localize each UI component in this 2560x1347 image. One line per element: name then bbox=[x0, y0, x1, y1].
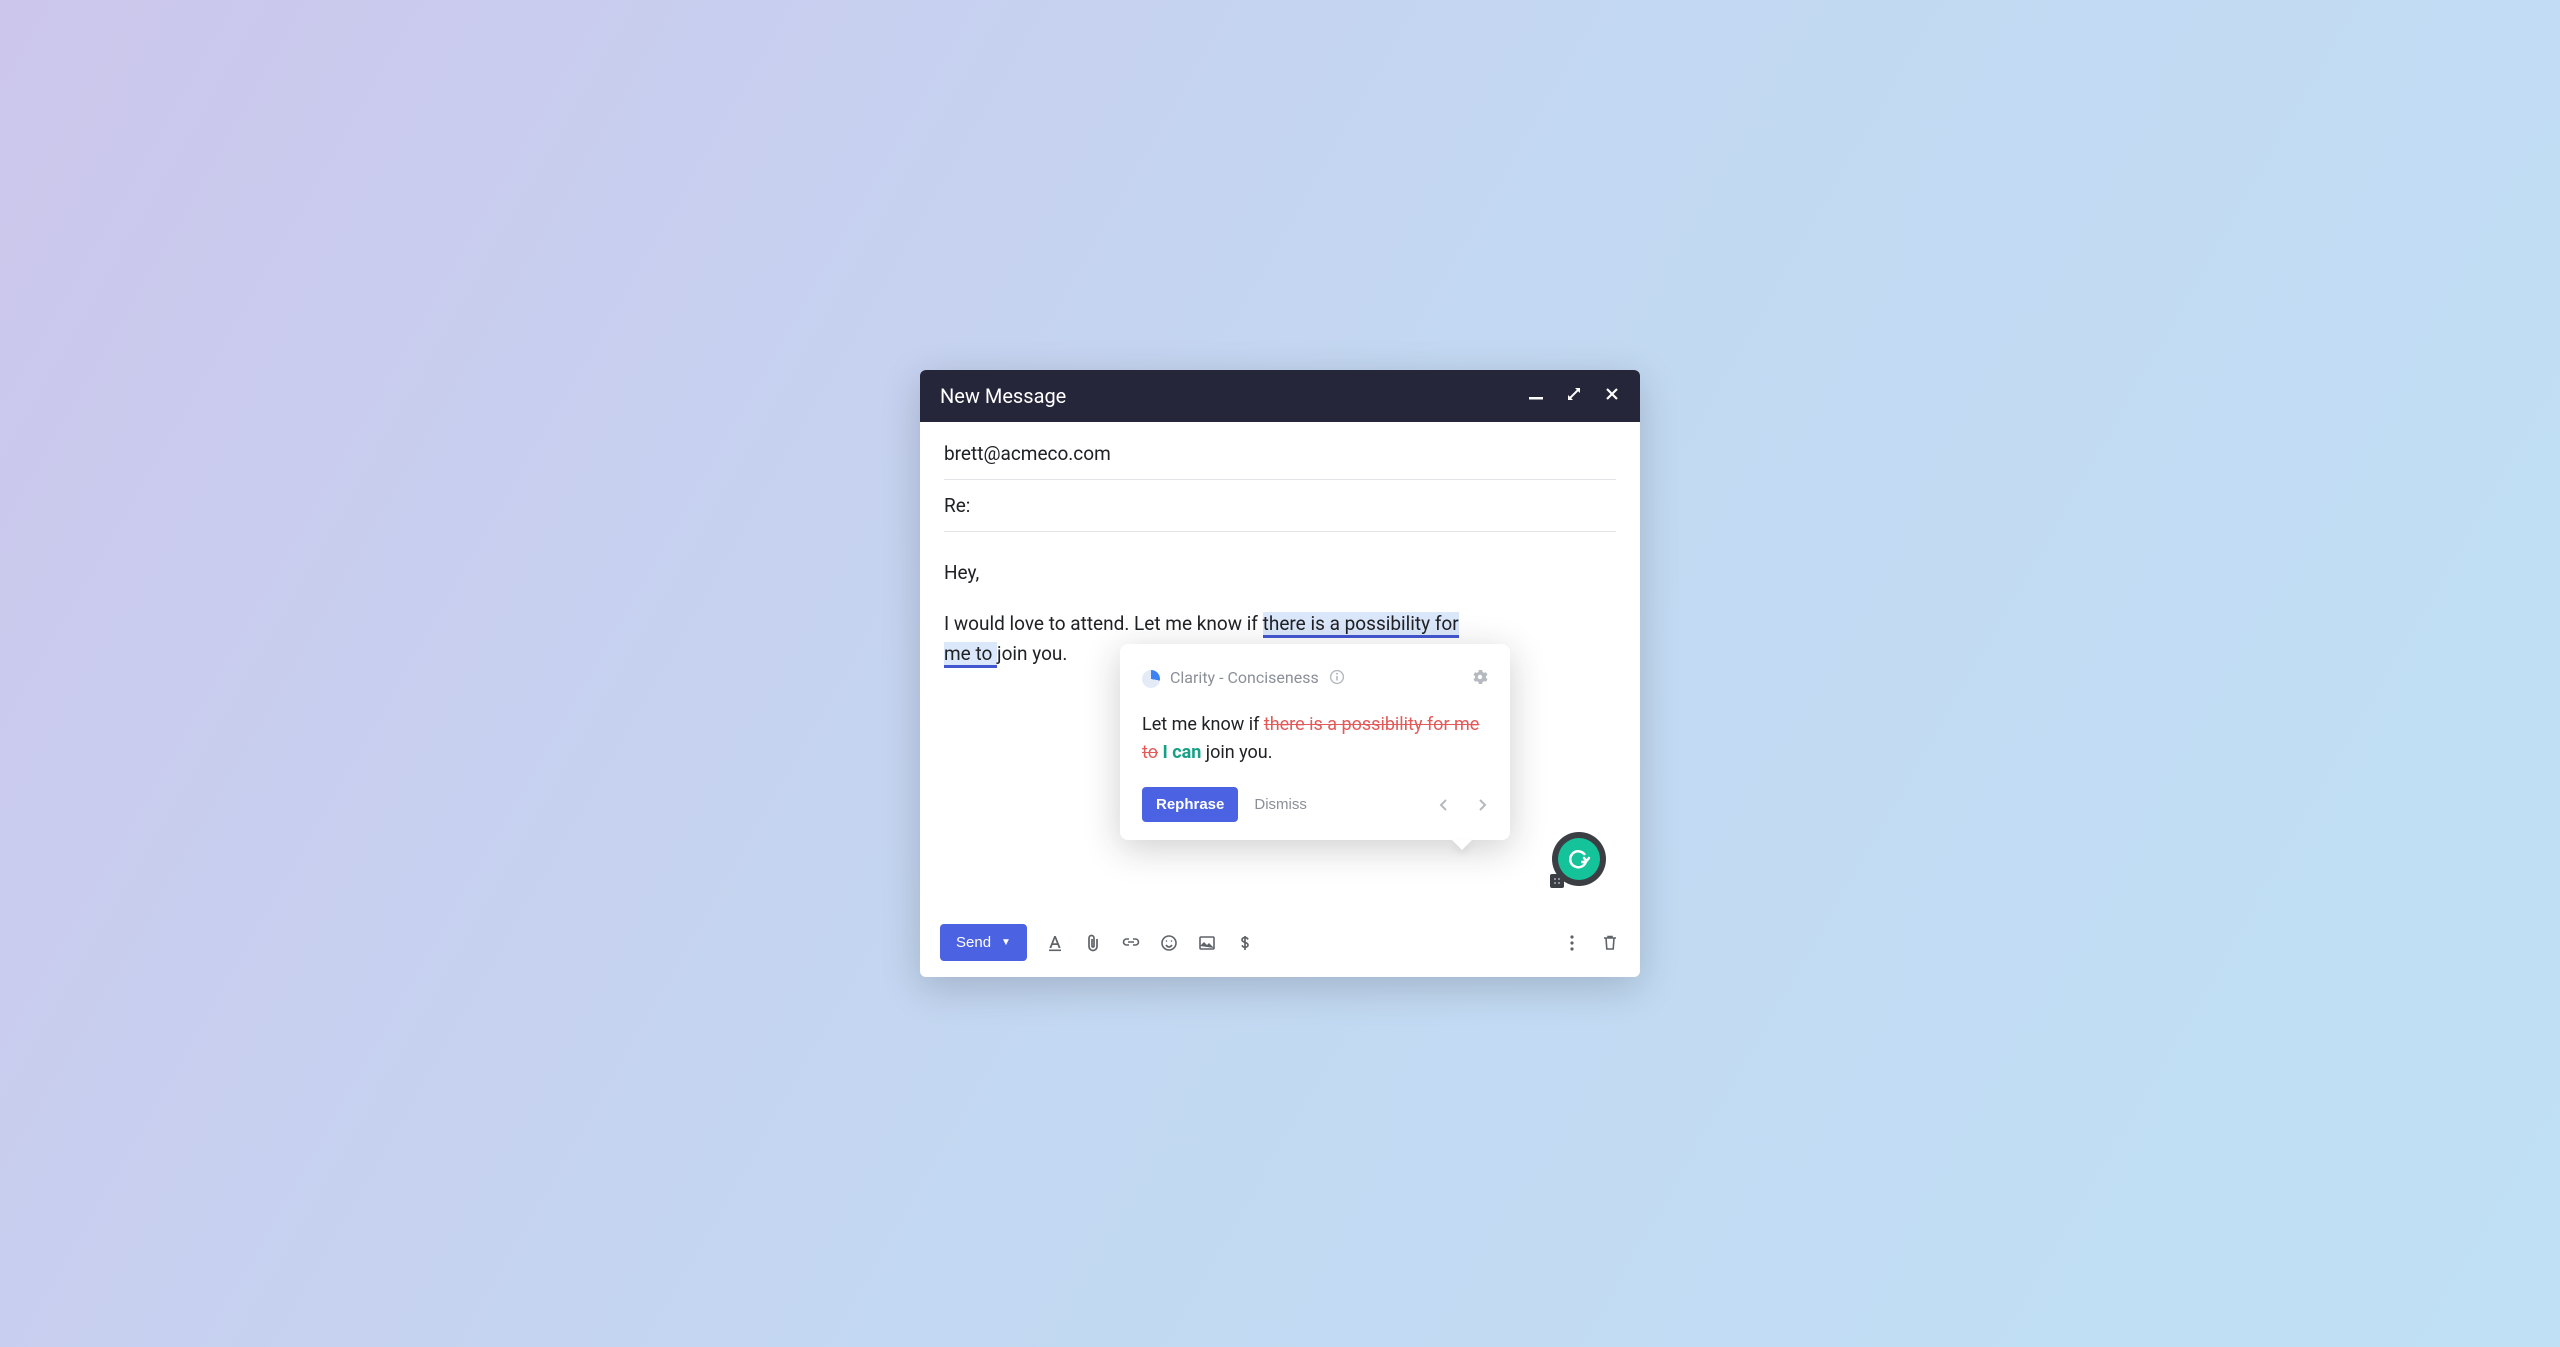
suggestion-pager bbox=[1438, 790, 1488, 819]
text-format-icon[interactable] bbox=[1045, 933, 1065, 953]
body-text-suffix: join you. bbox=[997, 642, 1067, 665]
send-button[interactable]: Send ▼ bbox=[940, 924, 1027, 961]
highlighted-phrase-2[interactable]: me to bbox=[944, 642, 997, 668]
suggestion-card: Clarity - Conciseness Let me know if the… bbox=[1120, 644, 1510, 840]
paperclip-icon[interactable] bbox=[1083, 933, 1103, 953]
suggestion-body: Let me know if there is a possibility fo… bbox=[1142, 711, 1488, 767]
compose-window: New Message brett@acmeco.com Re: Hey, I … bbox=[920, 370, 1640, 977]
window-title: New Message bbox=[940, 384, 1066, 408]
message-body[interactable]: Hey, I would love to attend. Let me know… bbox=[920, 532, 1640, 912]
caret-down-icon: ▼ bbox=[1001, 937, 1011, 948]
info-icon[interactable] bbox=[1329, 664, 1345, 693]
dollar-icon[interactable] bbox=[1235, 933, 1255, 953]
emoji-icon[interactable] bbox=[1159, 933, 1179, 953]
minimize-icon[interactable] bbox=[1528, 386, 1544, 406]
header-fields: brett@acmeco.com Re: bbox=[920, 422, 1640, 532]
subject-field[interactable]: Re: bbox=[944, 480, 1616, 532]
link-icon[interactable] bbox=[1121, 933, 1141, 953]
window-controls bbox=[1528, 386, 1620, 406]
suggestion-category: Clarity - Conciseness bbox=[1170, 666, 1319, 691]
suggestion-insert: I can bbox=[1158, 742, 1206, 763]
trash-icon[interactable] bbox=[1600, 933, 1620, 953]
send-button-label: Send bbox=[956, 934, 991, 951]
compose-toolbar: Send ▼ bbox=[920, 912, 1640, 977]
body-text: I would love to attend. Let me know if bbox=[944, 612, 1263, 635]
drag-grip-icon[interactable] bbox=[1550, 874, 1564, 888]
chevron-right-icon[interactable] bbox=[1476, 790, 1488, 819]
chevron-left-icon[interactable] bbox=[1438, 790, 1450, 819]
to-field[interactable]: brett@acmeco.com bbox=[944, 428, 1616, 480]
image-icon[interactable] bbox=[1197, 933, 1217, 953]
grammarly-badge[interactable] bbox=[1552, 832, 1606, 886]
suggestion-header: Clarity - Conciseness bbox=[1142, 664, 1488, 693]
rephrase-button[interactable]: Rephrase bbox=[1142, 787, 1238, 822]
expand-icon[interactable] bbox=[1566, 386, 1582, 406]
more-vert-icon[interactable] bbox=[1562, 933, 1582, 953]
grammarly-icon bbox=[1558, 838, 1600, 880]
clarity-pie-icon bbox=[1142, 670, 1160, 688]
suggestion-actions: Rephrase Dismiss bbox=[1142, 787, 1488, 822]
highlighted-phrase-1[interactable]: there is a possibility for bbox=[1263, 612, 1459, 638]
suggestion-text-suffix: join you. bbox=[1206, 742, 1273, 763]
close-icon[interactable] bbox=[1604, 386, 1620, 406]
window-titlebar: New Message bbox=[920, 370, 1640, 422]
body-greeting: Hey, bbox=[944, 558, 1616, 587]
dismiss-button[interactable]: Dismiss bbox=[1254, 796, 1307, 813]
suggestion-text-prefix: Let me know if bbox=[1142, 714, 1264, 735]
gear-icon[interactable] bbox=[1472, 664, 1488, 693]
